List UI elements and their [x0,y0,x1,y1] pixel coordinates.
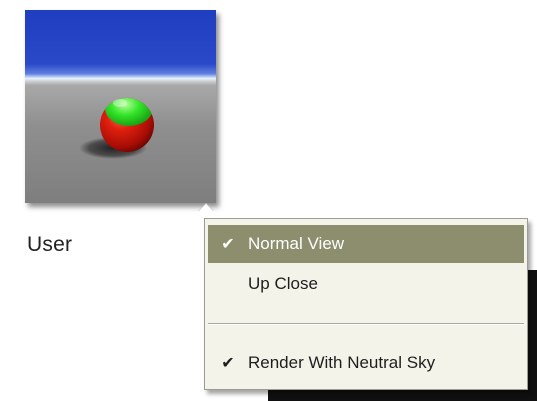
menu-item-up-close[interactable]: Up Close [208,265,524,303]
preview-name-label: User [27,233,73,256]
menu-item-label: Normal View [248,234,345,253]
background-panel-edge [528,270,537,388]
preview-context-menu: ✔ Normal View Up Close ✔ Render With Neu… [204,218,528,390]
menu-separator [208,323,524,325]
check-icon: ✔ [221,355,235,372]
material-preview-thumbnail[interactable] [25,10,216,203]
sphere-preview-render [79,98,154,159]
menu-item-label: Up Close [248,274,318,293]
menu-item-normal-view[interactable]: ✔ Normal View [208,225,524,263]
menu-item-render-neutral-sky[interactable]: ✔ Render With Neutral Sky [208,344,524,382]
check-icon: ✔ [221,236,235,253]
preview-caret-icon [198,204,214,212]
menu-item-label: Render With Neutral Sky [248,353,436,372]
